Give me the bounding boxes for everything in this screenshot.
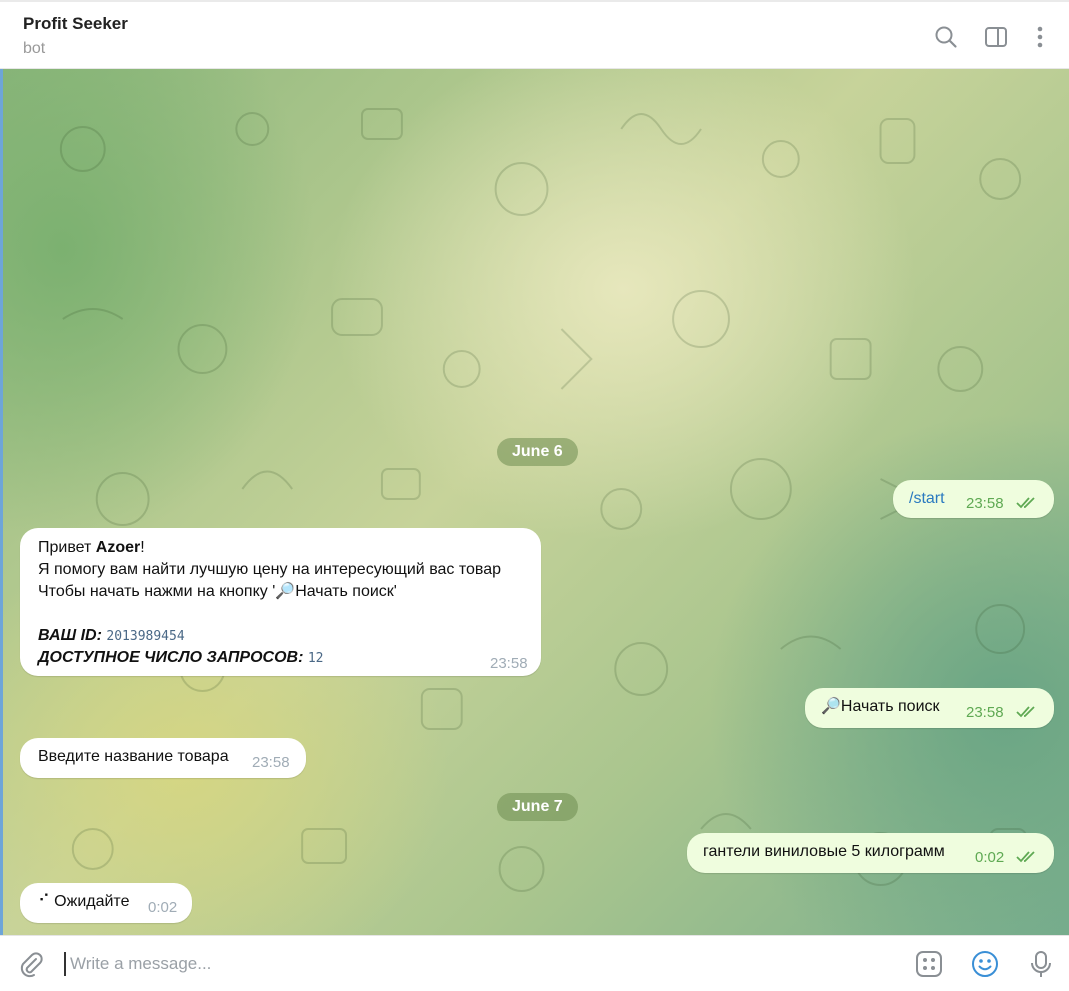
incoming-message[interactable]: ⠊ Ожидайте 0:02: [20, 883, 192, 923]
microphone-icon[interactable]: [1027, 950, 1055, 978]
requests-row: ДОСТУПНОЕ ЧИСЛО ЗАПРОСОВ: 12: [38, 647, 324, 670]
bot-commands-icon[interactable]: [915, 950, 943, 978]
paperclip-icon[interactable]: [17, 950, 45, 978]
chat-status: bot: [23, 40, 46, 57]
user-id-row: ВАШ ID: 2013989454: [38, 625, 185, 648]
message-time: 23:58: [490, 655, 528, 672]
incoming-message[interactable]: Привет Azoer! Я помогу вам найти лучшую …: [20, 528, 541, 676]
incoming-message[interactable]: Введите название товара 23:58: [20, 738, 306, 778]
outgoing-message[interactable]: гантели виниловые 5 килограмм 0:02: [687, 833, 1054, 873]
message-time: 0:02: [975, 849, 1005, 866]
chat-title[interactable]: Profit Seeker: [23, 14, 128, 34]
outgoing-message[interactable]: /start 23:58: [893, 480, 1054, 518]
user-id-value[interactable]: 2013989454: [106, 629, 184, 644]
more-vertical-icon[interactable]: [1027, 24, 1053, 50]
welcome-line-1: Привет Azoer!: [38, 537, 145, 559]
greeting-suffix: !: [140, 539, 145, 556]
message-time: 23:58: [966, 495, 1004, 512]
date-separator: June 6: [497, 438, 578, 466]
sidebar-toggle-icon[interactable]: [983, 24, 1009, 50]
user-id-label: ВАШ ID:: [38, 627, 102, 644]
chat-header: Profit Seeker bot: [0, 0, 1069, 69]
message-text: Введите название товара: [38, 748, 229, 765]
welcome-line-2: Я помогу вам найти лучшую цену на интере…: [38, 561, 502, 578]
date-separator: June 7: [497, 793, 578, 821]
message-text: 🔎Начать поиск: [821, 698, 940, 715]
emoji-icon[interactable]: [971, 950, 999, 978]
message-time: 23:58: [966, 704, 1004, 721]
message-time: 23:58: [252, 754, 290, 771]
welcome-line-3: Чтобы начать нажми на кнопку '🔎Начать по…: [38, 583, 397, 600]
search-icon[interactable]: [933, 24, 959, 50]
greeting-text: Привет: [38, 539, 96, 556]
requests-value[interactable]: 12: [308, 651, 324, 666]
double-check-icon: [1016, 497, 1035, 509]
requests-label: ДОСТУПНОЕ ЧИСЛО ЗАПРОСОВ:: [38, 649, 304, 666]
username-text: Azoer: [95, 539, 141, 556]
message-composer: [0, 935, 1069, 991]
message-time: 0:02: [148, 899, 178, 916]
bot-command-link[interactable]: /start: [909, 488, 945, 510]
message-input[interactable]: [64, 952, 884, 976]
outgoing-message[interactable]: 🔎Начать поиск 23:58: [805, 688, 1054, 728]
message-text: гантели виниловые 5 килограмм: [703, 843, 945, 860]
message-text: ⠊ Ожидайте: [38, 893, 130, 910]
double-check-icon: [1016, 706, 1035, 718]
chat-history[interactable]: June 6 /start 23:58 Привет Azoer! Я помо…: [0, 69, 1069, 935]
double-check-icon: [1016, 851, 1035, 863]
